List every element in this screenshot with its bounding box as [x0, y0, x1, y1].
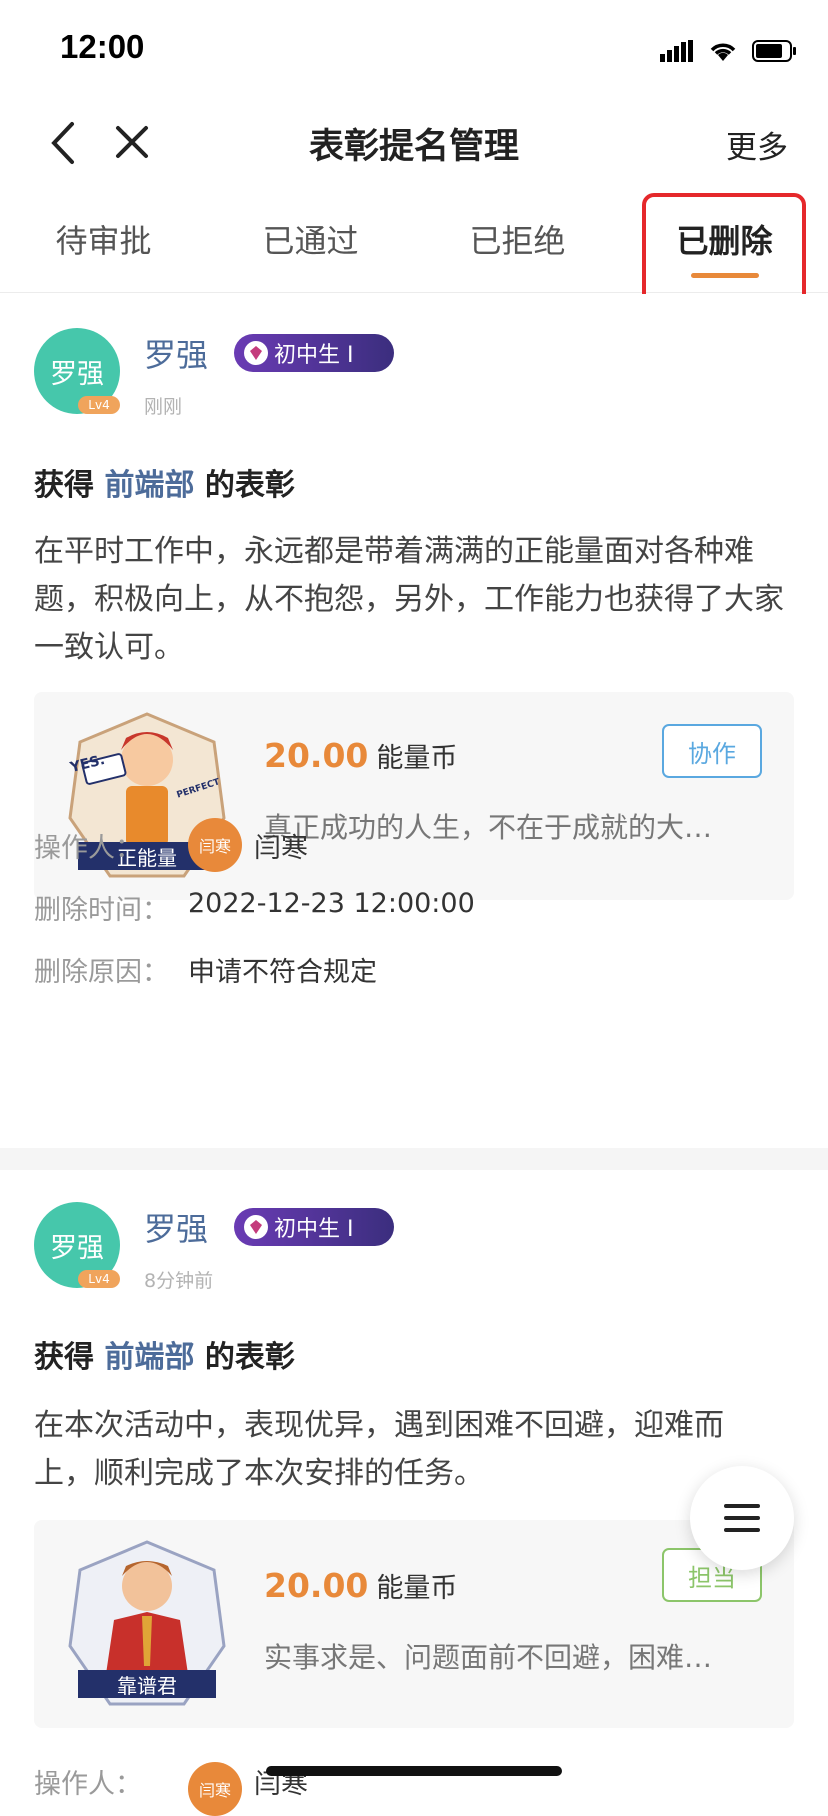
amount-value: 20.00 [264, 736, 369, 775]
wifi-icon [710, 43, 736, 61]
tab-label: 待审批 [55, 221, 152, 260]
department-link[interactable]: 前端部 [104, 1340, 194, 1375]
operator-label: 操作人： [34, 833, 142, 864]
signal-icon [660, 40, 693, 62]
gem-icon [244, 341, 268, 365]
level-badge: Lv4 [78, 1270, 120, 1288]
level-badge: Lv4 [78, 396, 120, 414]
post-time: 8分钟前 [144, 1270, 214, 1292]
nomination-description: 在本次活动中，表现优异，遇到困难不回避，迎难而上，顺利完成了本次安排的任务。 [34, 1408, 724, 1491]
operator-name: 闫寒 [254, 833, 308, 864]
highlight-box [642, 193, 806, 307]
delete-time: 2022-12-23 12:00:00 [188, 888, 475, 919]
battery-icon [752, 40, 796, 62]
tab-pending[interactable]: 待审批 [0, 185, 207, 292]
medal-label: 靠谱君 [117, 1674, 177, 1698]
card-separator [0, 1148, 828, 1170]
gem-icon [244, 1215, 268, 1239]
more-button[interactable]: 更多 [726, 122, 788, 167]
award-headline: 获得 前端部 的表彰 [34, 1332, 295, 1376]
headline-suffix: 的表彰 [204, 468, 295, 503]
award-panel[interactable]: 正能量 YES. PERFECT 20.00 能量币 真正成功的人生，不在于成就的… [34, 692, 794, 900]
delete-time-label: 删除时间： [34, 895, 169, 926]
status-time: 12:00 [60, 28, 145, 65]
post-time: 刚刚 [144, 396, 183, 418]
award-panel[interactable]: 靠谱君 20.00 能量币 实事求是、问题面前不回避，困难… 担当 [34, 1520, 794, 1728]
rank-badge: 初中生 I [234, 334, 394, 372]
tab-approved[interactable]: 已通过 [207, 185, 414, 292]
tab-rejected[interactable]: 已拒绝 [414, 185, 621, 292]
operator-avatar[interactable]: 闫寒 [188, 1762, 242, 1816]
home-indicator [266, 1766, 562, 1776]
rank-badge: 初中生 I [234, 1208, 394, 1246]
award-quote: 实事求是、问题面前不回避，困难… [264, 1641, 713, 1674]
award-amount: 20.00 能量币 [264, 1566, 457, 1605]
nomination-card: 罗强 Lv4 罗强 初中生 I 刚刚 获得 前端部 的表彰 在平时工作中，永远都… [0, 294, 828, 1148]
tab-label: 已拒绝 [469, 221, 566, 260]
status-icons [660, 36, 798, 66]
headline-suffix: 的表彰 [204, 1340, 295, 1375]
rank-label: 初中生 I [274, 1217, 354, 1242]
floating-menu-button[interactable] [690, 1466, 794, 1570]
delete-reason: 申请不符合规定 [188, 957, 377, 988]
nomination-description: 在平时工作中，永远都是带着满满的正能量面对各种难题，积极向上，从不抱怨，另外，工… [34, 534, 784, 665]
department-link[interactable]: 前端部 [104, 468, 194, 503]
value-tag: 协作 [662, 724, 762, 778]
menu-icon [724, 1504, 760, 1532]
rank-label: 初中生 I [274, 343, 354, 368]
amount-unit: 能量币 [376, 1573, 458, 1604]
award-headline: 获得 前端部 的表彰 [34, 460, 295, 504]
award-quote: 真正成功的人生，不在于成就的大… [264, 811, 713, 844]
user-name[interactable]: 罗强 [144, 330, 208, 376]
operator-avatar[interactable]: 闫寒 [188, 818, 242, 872]
tab-label: 已通过 [262, 221, 359, 260]
amount-value: 20.00 [264, 1566, 369, 1605]
delete-reason-label: 删除原因： [34, 957, 169, 988]
headline-prefix: 获得 [34, 468, 94, 503]
headline-prefix: 获得 [34, 1340, 94, 1375]
user-name[interactable]: 罗强 [144, 1204, 208, 1250]
award-amount: 20.00 能量币 [264, 736, 457, 775]
page-title: 表彰提名管理 [308, 127, 519, 167]
operator-label: 操作人： [34, 1769, 142, 1800]
amount-unit: 能量币 [376, 743, 458, 774]
